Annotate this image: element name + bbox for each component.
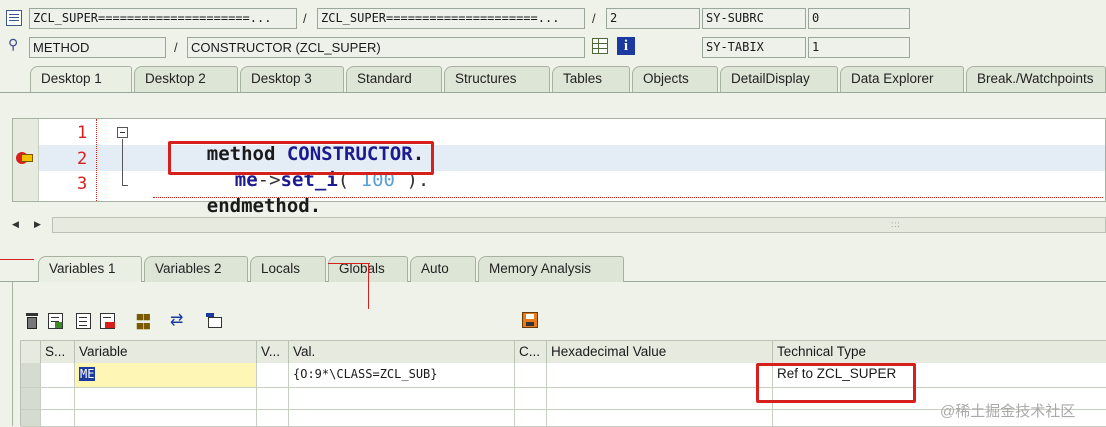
tab-variables-1[interactable]: Variables 1	[38, 256, 142, 282]
variable-name: ME	[79, 367, 96, 381]
watermark: @稀土掘金技术社区	[940, 403, 1076, 420]
transfer-icon[interactable]: ⇄	[170, 312, 190, 330]
scroll-left-icon[interactable]: ◀	[12, 219, 19, 230]
debugger-arrow-icon	[16, 151, 34, 165]
variable-value-cell[interactable]: {O:9*\CLASS=ZCL_SUB}	[289, 363, 515, 388]
tab-detail-display[interactable]: DetailDisplay	[720, 66, 838, 92]
tab-desktop-2[interactable]: Desktop 2	[134, 66, 238, 92]
annotation-line	[328, 263, 370, 264]
sysfield-label-2: SY-TABIX	[702, 37, 806, 58]
tab-variables-2[interactable]: Variables 2	[144, 256, 248, 282]
column-header-s[interactable]: S...	[41, 341, 75, 363]
tab-standard[interactable]: Standard	[346, 66, 442, 92]
tab-memory-analysis[interactable]: Memory Analysis	[478, 256, 624, 282]
column-header-v[interactable]: V...	[257, 341, 289, 363]
info-icon[interactable]: i	[617, 37, 635, 55]
line-field[interactable]: 2	[606, 8, 700, 29]
line-number: 2	[77, 149, 88, 169]
row-selector[interactable]	[21, 363, 41, 388]
tab-objects[interactable]: Objects	[632, 66, 718, 92]
row-selector-header	[21, 341, 41, 363]
table-cell	[289, 388, 515, 410]
program-icon	[6, 10, 22, 26]
table-cell	[515, 363, 547, 388]
document-remove-icon[interactable]	[100, 313, 115, 329]
code-token: endmethod	[206, 195, 310, 217]
sysfield-value-2[interactable]: 1	[808, 37, 910, 58]
table-cell	[41, 363, 75, 388]
table-cell	[257, 388, 289, 410]
fold-line	[122, 139, 123, 185]
tab-data-explorer[interactable]: Data Explorer	[840, 66, 964, 92]
table-cell	[257, 363, 289, 388]
highlight-box-code	[168, 141, 434, 175]
line-number: 3	[77, 174, 88, 194]
table-cell	[515, 410, 547, 427]
hierarchy-icon[interactable]: ■■ ■■	[136, 310, 156, 332]
grid-icon[interactable]	[592, 38, 608, 54]
column-header-technical-type[interactable]: Technical Type	[773, 341, 1106, 363]
hex-value-cell	[547, 363, 773, 388]
document-check-icon[interactable]	[48, 313, 63, 329]
event-type-field[interactable]: METHOD	[29, 37, 166, 58]
structure-icon[interactable]	[206, 313, 224, 329]
sysfield-label-1: SY-SUBRC	[702, 8, 806, 29]
column-header-hex-value[interactable]: Hexadecimal Value	[547, 341, 773, 363]
table-cell	[257, 410, 289, 427]
tab-desktop-1[interactable]: Desktop 1	[30, 66, 132, 92]
fold-line	[122, 185, 128, 186]
event-field[interactable]: CONSTRUCTOR (ZCL_SUPER)	[187, 37, 585, 58]
variable-name-cell[interactable]	[75, 410, 257, 427]
tab-desktop-3[interactable]: Desktop 3	[240, 66, 344, 92]
table-cell	[41, 410, 75, 427]
separator: /	[303, 11, 307, 26]
desktop-tab-strip: Desktop 1 Desktop 2 Desktop 3 Standard S…	[0, 64, 1106, 93]
scroll-grip-icon: :::	[891, 220, 901, 229]
sysfield-value-1[interactable]: 0	[808, 8, 910, 29]
separator: /	[592, 11, 596, 26]
collapse-icon[interactable]	[117, 127, 128, 138]
tab-tables[interactable]: Tables	[552, 66, 630, 92]
line-number-separator	[96, 119, 97, 201]
include-field[interactable]: ZCL_SUPER=====================...	[317, 8, 585, 29]
document-icon[interactable]	[76, 313, 91, 329]
row-selector[interactable]	[21, 410, 41, 427]
delete-icon[interactable]	[26, 313, 38, 329]
column-header-c[interactable]: C...	[515, 341, 547, 363]
column-header-value[interactable]: Val.	[289, 341, 515, 363]
horizontal-scrollbar[interactable]: :::	[52, 217, 1106, 233]
tab-auto[interactable]: Auto	[410, 256, 476, 282]
table-cell	[547, 388, 773, 410]
tab-breakpoints[interactable]: Break./Watchpoints	[966, 66, 1106, 92]
highlight-box-technical-type	[756, 363, 916, 403]
variables-tab-strip: Variables 1 Variables 2 Locals Globals A…	[0, 254, 1106, 282]
method-icon: ⚲	[8, 36, 19, 52]
separator: /	[174, 40, 178, 55]
table-cell	[515, 388, 547, 410]
table-cell	[289, 410, 515, 427]
program-field[interactable]: ZCL_SUPER=====================...	[29, 8, 297, 29]
line-number: 1	[77, 123, 88, 143]
tab-structures[interactable]: Structures	[444, 66, 550, 92]
variable-name-cell[interactable]: ME	[75, 363, 257, 388]
scroll-right-icon[interactable]: ▶	[34, 219, 41, 230]
variable-name-cell[interactable]	[75, 388, 257, 410]
table-cell	[547, 410, 773, 427]
save-icon[interactable]	[522, 312, 538, 328]
row-selector[interactable]	[21, 388, 41, 410]
column-header-variable[interactable]: Variable	[75, 341, 257, 363]
code-token: .	[309, 195, 322, 217]
annotation-line	[0, 259, 34, 260]
table-cell	[41, 388, 75, 410]
tab-locals[interactable]: Locals	[250, 256, 326, 282]
